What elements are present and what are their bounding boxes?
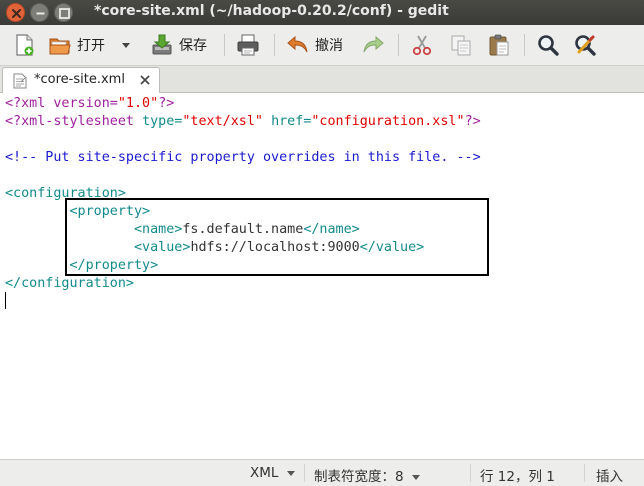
status-separator xyxy=(584,464,585,482)
dropdown-arrow-icon xyxy=(411,475,420,480)
redo-button[interactable] xyxy=(361,25,385,65)
folder-open-icon xyxy=(49,38,71,55)
open-button[interactable]: 打开 xyxy=(48,25,105,65)
code-token: "text/xsl" xyxy=(182,114,263,129)
text-document-icon xyxy=(13,73,27,89)
title-bar: *core-site.xml (~/hadoop-0.20.2/conf) - … xyxy=(0,0,644,25)
code-token: </configuration> xyxy=(5,276,134,291)
close-icon xyxy=(12,9,21,18)
code-token: ?> xyxy=(158,96,175,111)
code-line: <?xml version="1.0"?> xyxy=(5,95,174,113)
save-label: 保存 xyxy=(179,38,207,54)
document-tab-bar: *core-site.xml xyxy=(0,66,644,93)
copy-button[interactable] xyxy=(449,25,473,65)
undo-icon xyxy=(287,35,308,53)
status-separator xyxy=(304,464,305,482)
language-label: XML xyxy=(250,465,279,481)
minimize-icon xyxy=(36,12,45,15)
toolbar-separator xyxy=(274,34,275,56)
toolbar-separator xyxy=(524,34,525,56)
paste-button[interactable] xyxy=(487,25,511,65)
code-token: "configuration.xsl" xyxy=(311,114,465,129)
maximize-window-button[interactable] xyxy=(54,3,73,22)
tab-width-label: 制表符宽度：8 xyxy=(314,469,404,485)
close-tab-icon[interactable] xyxy=(139,74,151,86)
toolbar-separator xyxy=(398,34,399,56)
code-token: <?xml xyxy=(5,96,54,111)
code-token: version= xyxy=(53,96,118,111)
language-selector[interactable]: XML xyxy=(250,465,295,481)
redo-icon xyxy=(363,35,384,53)
undo-label: 撤消 xyxy=(315,38,343,54)
status-bar: XML 制表符宽度：8 行 12，列 1 插入 xyxy=(0,459,644,486)
status-separator xyxy=(470,464,471,482)
code-token: <?xml-stylesheet xyxy=(5,114,143,129)
open-recent-dropdown[interactable] xyxy=(121,25,131,65)
code-line: </configuration> xyxy=(5,275,134,293)
code-token: ?> xyxy=(464,114,481,129)
printer-icon xyxy=(237,34,259,56)
code-token: "1.0" xyxy=(117,96,159,111)
search-icon xyxy=(538,35,559,56)
toolbar-separator xyxy=(224,34,225,56)
tab-core-site-xml[interactable]: *core-site.xml xyxy=(2,67,160,93)
close-window-button[interactable] xyxy=(6,3,25,22)
code-token: <!-- Put site-specific property override… xyxy=(5,150,481,165)
tab-width-selector[interactable]: 制表符宽度：8 xyxy=(314,465,420,485)
minimize-window-button[interactable] xyxy=(30,3,49,22)
find-replace-button[interactable] xyxy=(573,25,597,65)
insert-mode: 插入 xyxy=(596,469,623,485)
scissors-icon xyxy=(412,35,432,56)
find-button[interactable] xyxy=(536,25,560,65)
code-line: <!-- Put site-specific property override… xyxy=(5,149,481,167)
window-title: *core-site.xml (~/hadoop-0.20.2/conf) - … xyxy=(94,3,449,19)
print-button[interactable] xyxy=(236,25,260,65)
annotation-box xyxy=(65,198,489,276)
tab-label: *core-site.xml xyxy=(34,72,125,87)
cut-button[interactable] xyxy=(410,25,434,65)
toolbar: 打开 保存 撤消 xyxy=(0,25,644,66)
copy-icon xyxy=(451,35,471,56)
save-button[interactable]: 保存 xyxy=(150,25,207,65)
search-replace-icon xyxy=(575,35,596,56)
text-cursor xyxy=(5,292,6,309)
code-line: <?xml-stylesheet type="text/xsl" href="c… xyxy=(5,113,481,131)
new-document-icon xyxy=(16,34,34,56)
maximize-icon xyxy=(59,8,70,19)
code-token: type= xyxy=(142,114,183,129)
code-token: href= xyxy=(271,114,312,129)
dropdown-arrow-icon xyxy=(122,43,130,48)
clipboard-icon xyxy=(489,34,509,56)
open-label: 打开 xyxy=(77,38,105,54)
text-editor-area[interactable]: <?xml version="1.0"?> <?xml-stylesheet ty… xyxy=(0,93,644,458)
cursor-position: 行 12，列 1 xyxy=(480,469,555,485)
save-icon xyxy=(152,34,172,55)
dropdown-arrow-icon xyxy=(286,471,295,476)
new-document-button[interactable] xyxy=(12,25,36,65)
undo-button[interactable]: 撤消 xyxy=(286,25,343,65)
